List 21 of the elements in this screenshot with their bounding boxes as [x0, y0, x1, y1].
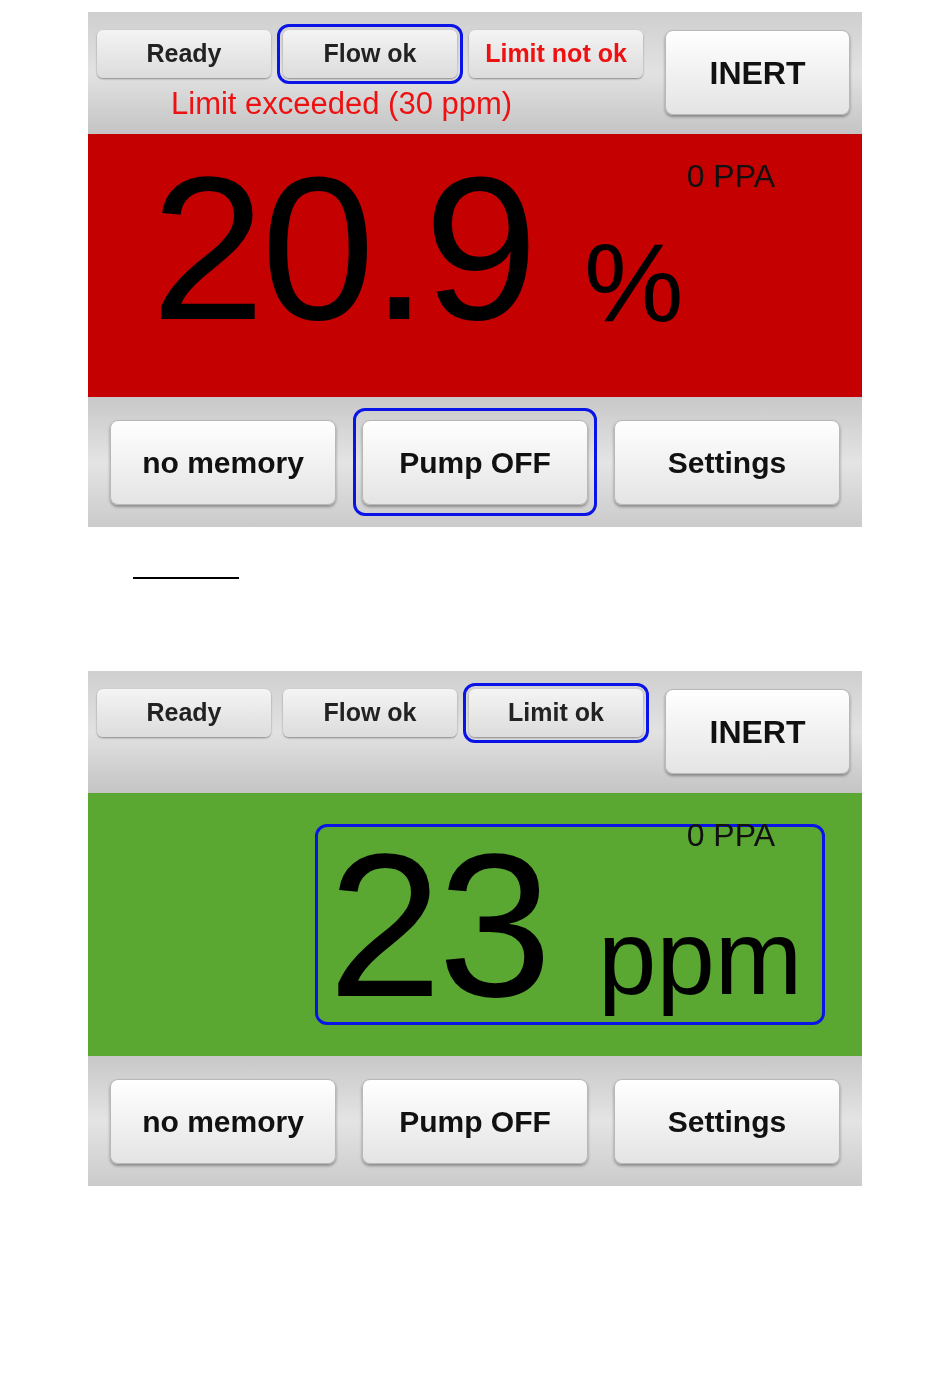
secondary-reading: 0 PPA [686, 817, 775, 853]
mode-button[interactable]: INERT [665, 689, 850, 774]
status-button[interactable]: Ready [97, 30, 271, 78]
action-button[interactable]: no memory [110, 1078, 336, 1164]
mode-button[interactable]: INERT [665, 30, 850, 115]
reading-unit: ppm [598, 898, 803, 1018]
status-button[interactable]: Ready [97, 689, 271, 737]
reading-unit: % [584, 233, 684, 333]
status-button[interactable]: Flow ok [283, 689, 457, 737]
status-button[interactable]: Flow ok [283, 30, 457, 78]
status-button[interactable]: Limit ok [469, 689, 643, 737]
reading-value: 20.9 [151, 163, 534, 333]
action-button[interactable]: Pump OFF [362, 419, 588, 505]
warning-text: Limit exceeded (30 ppm) [171, 86, 514, 122]
action-button[interactable]: Settings [614, 419, 840, 505]
reading-value: 23 [328, 840, 549, 1010]
action-button[interactable]: Settings [614, 1078, 840, 1164]
secondary-reading: 0 PPA [686, 158, 775, 194]
action-button[interactable]: no memory [110, 419, 336, 505]
action-button[interactable]: Pump OFF [362, 1078, 588, 1164]
status-button[interactable]: Limit not ok [469, 30, 643, 78]
